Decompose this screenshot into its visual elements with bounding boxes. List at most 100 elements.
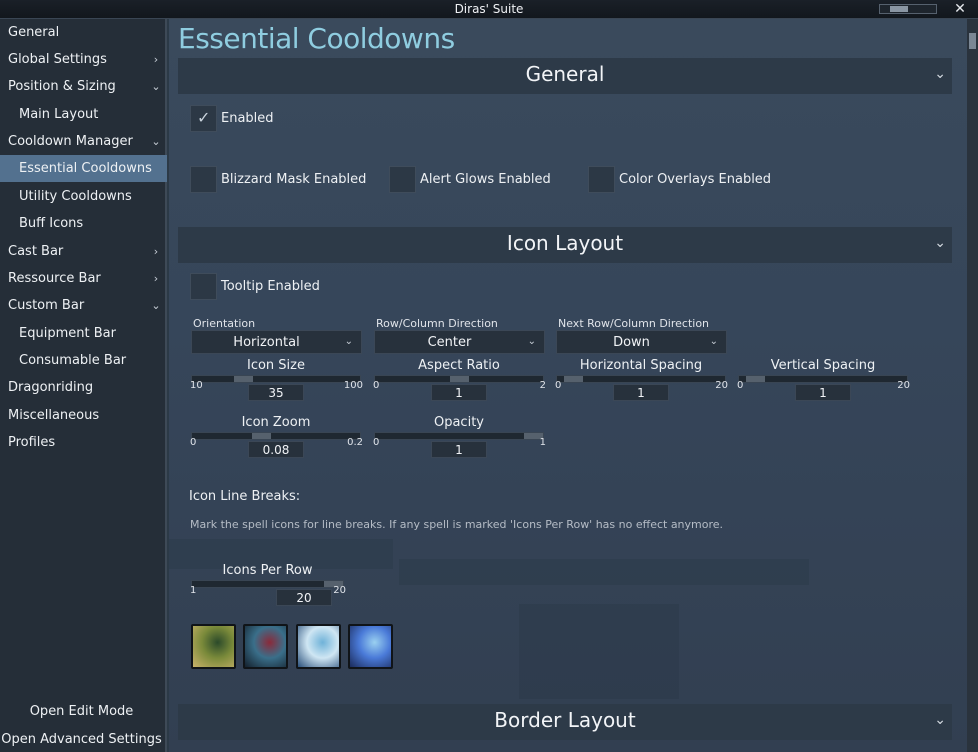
- chevron-down-icon: ⌄: [934, 66, 946, 82]
- chevron-right-icon: ›: [153, 245, 159, 258]
- dropdown-value: Center: [427, 335, 472, 350]
- checkbox-box[interactable]: ✓: [190, 105, 217, 132]
- slider-track[interactable]: [191, 580, 344, 588]
- sidebar-item-label: Essential Cooldowns: [19, 161, 152, 176]
- page-title: Essential Cooldowns: [178, 22, 455, 55]
- chevron-down-icon: ⌄: [344, 336, 353, 347]
- slider-knob[interactable]: [564, 376, 583, 382]
- sidebar-item-utility-cooldowns[interactable]: Utility Cooldowns: [0, 183, 167, 210]
- section-border-layout-header[interactable]: Border Layout ⌄: [178, 704, 952, 740]
- slider-track[interactable]: [738, 375, 908, 383]
- slider-max: 1: [539, 437, 546, 448]
- dropdown-box[interactable]: Center ⌄: [374, 330, 545, 354]
- sidebar-item-label: Global Settings: [8, 52, 107, 67]
- slider-max: 20: [333, 585, 346, 596]
- chevron-down-icon: ⌄: [151, 299, 161, 312]
- dropdown-label: Orientation: [193, 317, 256, 330]
- dropdown-value: Horizontal: [233, 335, 300, 350]
- line-breaks-title: Icon Line Breaks:: [189, 489, 301, 504]
- checkbox-label: Color Overlays Enabled: [619, 172, 772, 187]
- sidebar-item-ressource-bar[interactable]: Ressource Bar ›: [0, 265, 167, 292]
- spell-icon-1[interactable]: [191, 624, 236, 669]
- window-scale-knob[interactable]: [890, 6, 908, 12]
- sidebar-item-custom-bar[interactable]: Custom Bar ⌄: [0, 292, 167, 319]
- slider-track[interactable]: [191, 432, 361, 440]
- sidebar-item-essential-cooldowns[interactable]: Essential Cooldowns: [0, 155, 167, 182]
- slider-track[interactable]: [191, 375, 361, 383]
- blizzard-mask-checkbox[interactable]: Blizzard Mask Enabled: [190, 166, 380, 194]
- sidebar-item-position-sizing[interactable]: Position & Sizing ⌄: [0, 73, 167, 100]
- slider-min: 0: [373, 380, 380, 391]
- slider-track[interactable]: [556, 375, 726, 383]
- slider-min: 0: [737, 380, 744, 391]
- scrollbar-thumb[interactable]: [969, 33, 976, 49]
- color-overlays-checkbox[interactable]: Color Overlays Enabled: [588, 166, 778, 194]
- sidebar-item-main-layout[interactable]: Main Layout: [0, 101, 167, 128]
- sidebar-item-label: Utility Cooldowns: [19, 189, 132, 204]
- alert-glows-checkbox[interactable]: Alert Glows Enabled: [389, 166, 579, 194]
- sidebar-item-cooldown-manager[interactable]: Cooldown Manager ⌄: [0, 128, 167, 155]
- sidebar-item-label: Custom Bar: [8, 298, 85, 313]
- window-scale-slider[interactable]: [879, 4, 937, 14]
- background-resource-bar: [399, 559, 809, 585]
- slider-min: 1: [190, 585, 197, 596]
- slider-knob[interactable]: [252, 433, 271, 439]
- slider-label: Icon Zoom: [241, 415, 311, 430]
- checkbox-box[interactable]: [190, 166, 217, 193]
- sidebar-item-miscellaneous[interactable]: Miscellaneous: [0, 402, 167, 429]
- sidebar-item-equipment-bar[interactable]: Equipment Bar: [0, 320, 167, 347]
- slider-value-input[interactable]: 1: [795, 384, 851, 401]
- slider-value-input[interactable]: 1: [431, 384, 487, 401]
- chevron-down-icon: ⌄: [151, 135, 161, 148]
- slider-label: Vertical Spacing: [770, 358, 876, 373]
- sidebar-item-label: Cast Bar: [8, 244, 64, 259]
- main-scrollbar[interactable]: [967, 19, 978, 752]
- slider-value-input[interactable]: 35: [248, 384, 304, 401]
- tooltip-enabled-checkbox[interactable]: Tooltip Enabled: [190, 273, 350, 301]
- chevron-down-icon: ⌄: [151, 80, 161, 93]
- chevron-down-icon: ⌄: [709, 336, 718, 347]
- close-icon[interactable]: ✕: [952, 1, 968, 17]
- sidebar-item-consumable-bar[interactable]: Consumable Bar: [0, 347, 167, 374]
- slider-max: 2: [539, 380, 546, 391]
- sidebar-item-label: Equipment Bar: [19, 326, 116, 341]
- checkmark-icon: ✓: [197, 108, 211, 127]
- slider-track[interactable]: [374, 432, 544, 440]
- sidebar-item-label: Dragonriding: [8, 380, 94, 395]
- section-icon-layout-header[interactable]: Icon Layout ⌄: [178, 227, 952, 263]
- sidebar-item-profiles[interactable]: Profiles: [0, 429, 167, 456]
- checkbox-box[interactable]: [190, 273, 217, 300]
- sidebar-item-label: Ressource Bar: [8, 271, 101, 286]
- open-edit-mode-button[interactable]: Open Edit Mode: [0, 704, 163, 719]
- sidebar-item-global-settings[interactable]: Global Settings ›: [0, 46, 167, 73]
- slider-knob[interactable]: [450, 376, 469, 382]
- open-advanced-settings-button[interactable]: Open Advanced Settings: [0, 732, 163, 747]
- slider-knob[interactable]: [746, 376, 765, 382]
- sidebar-item-general[interactable]: General: [0, 19, 167, 46]
- sidebar-item-cast-bar[interactable]: Cast Bar ›: [0, 238, 167, 265]
- slider-knob[interactable]: [234, 376, 253, 382]
- slider-value-input[interactable]: 1: [431, 441, 487, 458]
- checkbox-box[interactable]: [389, 166, 416, 193]
- spell-icon-3[interactable]: [296, 624, 341, 669]
- slider-value-input[interactable]: 0.08: [248, 441, 304, 458]
- section-general-header[interactable]: General ⌄: [178, 58, 952, 94]
- dropdown-value: Down: [613, 335, 650, 350]
- slider-min: 0: [373, 437, 380, 448]
- enabled-checkbox[interactable]: ✓ Enabled: [190, 105, 310, 133]
- spell-icon-2[interactable]: [243, 624, 288, 669]
- slider-value-input[interactable]: 20: [276, 589, 332, 606]
- slider-label: Aspect Ratio: [418, 358, 500, 373]
- chevron-down-icon: ⌄: [934, 235, 946, 251]
- spell-icon-4[interactable]: [348, 624, 393, 669]
- slider-max: 100: [343, 380, 363, 391]
- chevron-right-icon: ›: [153, 53, 159, 66]
- slider-track[interactable]: [374, 375, 544, 383]
- sidebar-item-dragonriding[interactable]: Dragonriding: [0, 374, 167, 401]
- checkbox-label: Alert Glows Enabled: [420, 172, 551, 187]
- checkbox-box[interactable]: [588, 166, 615, 193]
- dropdown-box[interactable]: Down ⌄: [556, 330, 727, 354]
- slider-value-input[interactable]: 1: [613, 384, 669, 401]
- sidebar-item-buff-icons[interactable]: Buff Icons: [0, 210, 167, 237]
- dropdown-box[interactable]: Horizontal ⌄: [191, 330, 362, 354]
